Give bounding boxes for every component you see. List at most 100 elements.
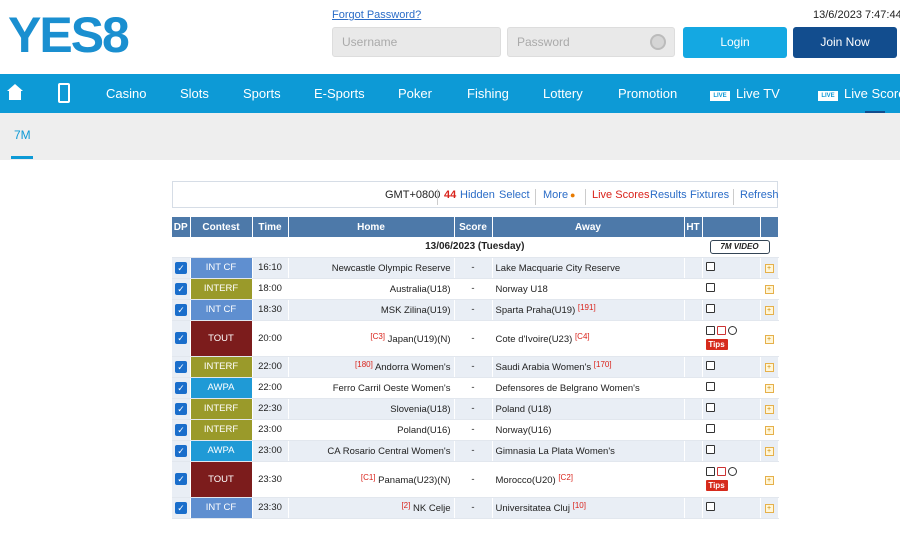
away-team[interactable]: Sparta Praha(U19) [191] xyxy=(492,299,685,321)
table-row[interactable]: ✓ INTERF 18:00 Australia(U18) - Norway U18 + xyxy=(172,278,779,300)
favorite-cell[interactable]: + xyxy=(760,356,779,378)
favorite-cell[interactable]: + xyxy=(760,398,779,420)
analysis-icon[interactable] xyxy=(705,262,715,271)
yes8-logo[interactable]: YES8 xyxy=(8,6,158,63)
checkbox-icon[interactable]: ✓ xyxy=(175,332,187,344)
ball-icon[interactable] xyxy=(727,467,737,476)
contest-badge[interactable]: INTERF xyxy=(190,419,253,441)
checkbox-icon[interactable]: ✓ xyxy=(175,381,187,394)
hidden-link[interactable]: Hidden xyxy=(460,189,495,201)
table-row[interactable]: ✓ TOUT 20:00 [C3] Japan(U19)(N) - Cote d'Ivoi… xyxy=(172,320,779,357)
nav-live-score[interactable]: LIVE Live Score xyxy=(818,74,900,113)
show-password-icon[interactable] xyxy=(650,34,666,50)
home-team[interactable]: MSK Zilina(U19) xyxy=(288,299,455,321)
dp-cell[interactable]: ✓ xyxy=(172,461,191,498)
favorite-cell[interactable]: + xyxy=(760,461,779,498)
home-team[interactable]: [180] Andorra Women's xyxy=(288,356,455,378)
match-score[interactable]: - xyxy=(454,278,493,300)
fixtures-link[interactable]: Fixtures xyxy=(690,189,729,201)
favorite-cell[interactable]: + xyxy=(760,377,779,399)
dp-cell[interactable]: ✓ xyxy=(172,440,191,462)
nav-sports[interactable]: Sports xyxy=(243,74,281,113)
away-team[interactable]: Cote d'Ivoire(U23) [C4] xyxy=(492,320,685,357)
odds-icon[interactable] xyxy=(716,467,726,476)
ball-icon[interactable] xyxy=(727,326,737,335)
dp-cell[interactable]: ✓ xyxy=(172,398,191,420)
table-row[interactable]: ✓ AWPA 23:00 CA Rosario Central Women's - Gi… xyxy=(172,440,779,462)
away-team[interactable]: Norway U18 xyxy=(492,278,685,300)
checkbox-icon[interactable]: ✓ xyxy=(175,501,187,514)
home-team[interactable]: [C3] Japan(U19)(N) xyxy=(288,320,455,357)
dp-cell[interactable]: ✓ xyxy=(172,497,191,519)
analysis-icon[interactable] xyxy=(705,382,715,391)
away-team[interactable]: Defensores de Belgrano Women's xyxy=(492,377,685,399)
add-favorite-icon[interactable]: + xyxy=(764,306,774,315)
contest-badge[interactable]: INTERF xyxy=(190,398,253,420)
match-score[interactable]: - xyxy=(454,377,493,399)
refresh-link[interactable]: Refresh xyxy=(740,189,779,201)
table-row[interactable]: ✓ INT CF 16:10 Newcastle Olympic Reserve - L… xyxy=(172,257,779,279)
checkbox-icon[interactable]: ✓ xyxy=(175,282,187,295)
analysis-icon[interactable] xyxy=(705,445,715,454)
analysis-icon[interactable] xyxy=(705,283,715,292)
results-link[interactable]: Results xyxy=(650,189,687,201)
away-team[interactable]: Gimnasia La Plata Women's xyxy=(492,440,685,462)
match-score[interactable]: - xyxy=(454,398,493,420)
match-score[interactable]: - xyxy=(454,356,493,378)
analysis-icon[interactable] xyxy=(705,326,715,335)
home-team[interactable]: [2] NK Celje xyxy=(288,497,455,519)
add-favorite-icon[interactable]: + xyxy=(764,384,774,393)
checkbox-icon[interactable]: ✓ xyxy=(175,303,187,316)
home-team[interactable]: Poland(U16) xyxy=(288,419,455,441)
favorite-cell[interactable]: + xyxy=(760,440,779,462)
nav-fishing[interactable]: Fishing xyxy=(467,74,509,113)
dp-cell[interactable]: ✓ xyxy=(172,299,191,321)
match-score[interactable]: - xyxy=(454,419,493,441)
contest-badge[interactable]: TOUT xyxy=(190,461,253,498)
more-dropdown-icon[interactable]: ● xyxy=(570,190,575,200)
add-favorite-icon[interactable]: + xyxy=(764,447,774,456)
contest-badge[interactable]: INTERF xyxy=(190,356,253,378)
away-team[interactable]: Poland (U18) xyxy=(492,398,685,420)
table-row[interactable]: ✓ INTERF 22:30 Slovenia(U18) - Poland (U18) … xyxy=(172,398,779,420)
username-input[interactable]: Username xyxy=(332,27,501,57)
contest-badge[interactable]: AWPA xyxy=(190,440,253,462)
contest-badge[interactable]: INTERF xyxy=(190,278,253,300)
dp-cell[interactable]: ✓ xyxy=(172,356,191,378)
add-favorite-icon[interactable]: + xyxy=(764,475,774,485)
favorite-cell[interactable]: + xyxy=(760,278,779,300)
add-favorite-icon[interactable]: + xyxy=(764,426,774,435)
analysis-icon[interactable] xyxy=(705,467,715,476)
table-row[interactable]: ✓ INTERF 23:00 Poland(U16) - Norway(U16) + xyxy=(172,419,779,441)
add-favorite-icon[interactable]: + xyxy=(764,285,774,294)
add-favorite-icon[interactable]: + xyxy=(764,504,774,513)
dp-cell[interactable]: ✓ xyxy=(172,257,191,279)
table-row[interactable]: ✓ INT CF 23:30 [2] NK Celje - Universitatea C… xyxy=(172,497,779,519)
nav-poker[interactable]: Poker xyxy=(398,74,432,113)
nav-lottery[interactable]: Lottery xyxy=(543,74,583,113)
forgot-password-link[interactable]: Forgot Password? xyxy=(332,9,421,21)
checkbox-icon[interactable]: ✓ xyxy=(175,444,187,457)
away-team[interactable]: Universitatea Cluj [10] xyxy=(492,497,685,519)
analysis-icon[interactable] xyxy=(705,403,715,412)
password-input[interactable]: Password xyxy=(507,27,675,57)
match-score[interactable]: - xyxy=(454,497,493,519)
analysis-icon[interactable] xyxy=(705,502,715,511)
table-row[interactable]: ✓ INTERF 22:00 [180] Andorra Women's - Saudi … xyxy=(172,356,779,378)
favorite-cell[interactable]: + xyxy=(760,419,779,441)
checkbox-icon[interactable]: ✓ xyxy=(175,360,187,373)
away-team[interactable]: Saudi Arabia Women's [170] xyxy=(492,356,685,378)
away-team[interactable]: Lake Macquarie City Reserve xyxy=(492,257,685,279)
table-row[interactable]: ✓ AWPA 22:00 Ferro Carril Oeste Women's - De… xyxy=(172,377,779,399)
login-button[interactable]: Login xyxy=(683,27,787,58)
home-team[interactable]: Australia(U18) xyxy=(288,278,455,300)
nav-casino[interactable]: Casino xyxy=(106,74,146,113)
nav-live-tv[interactable]: LIVE Live TV xyxy=(710,74,780,113)
favorite-cell[interactable]: + xyxy=(760,320,779,357)
checkbox-icon[interactable]: ✓ xyxy=(175,402,187,415)
away-team[interactable]: Morocco(U20) [C2] xyxy=(492,461,685,498)
dp-cell[interactable]: ✓ xyxy=(172,278,191,300)
checkbox-icon[interactable]: ✓ xyxy=(175,473,187,485)
add-favorite-icon[interactable]: + xyxy=(764,405,774,414)
home-team[interactable]: Ferro Carril Oeste Women's xyxy=(288,377,455,399)
